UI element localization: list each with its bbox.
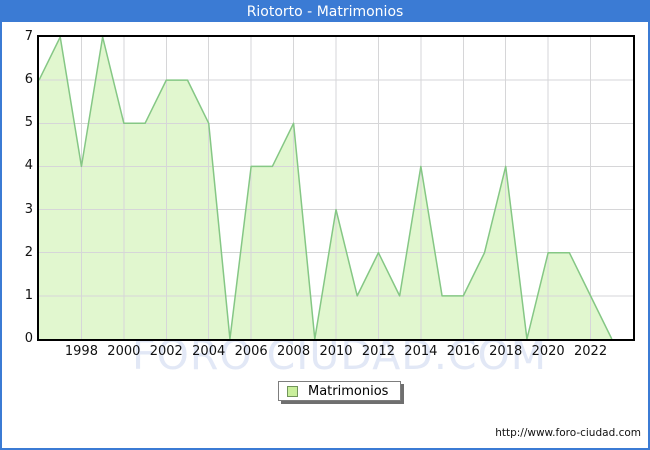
x-tick-label: 2008 <box>277 344 311 359</box>
y-tick-label: 2 <box>24 244 33 260</box>
x-tick-label: 2012 <box>361 344 395 359</box>
legend-swatch-icon <box>287 385 298 397</box>
chart-title-bar: Riotorto - Matrimonios <box>2 2 648 22</box>
y-tick-label: 0 <box>24 331 33 346</box>
x-tick-label: 2018 <box>489 344 523 359</box>
legend-label: Matrimonios <box>308 383 389 399</box>
chart-title: Riotorto - Matrimonios <box>246 4 404 20</box>
y-tick-label: 6 <box>24 72 33 88</box>
x-tick-label: 2006 <box>234 344 268 359</box>
x-tick-label: 2014 <box>404 344 438 359</box>
chart-frame: Riotorto - Matrimonios FORO CIUDAD.COM 0… <box>0 0 650 450</box>
y-tick-label: 5 <box>24 115 33 131</box>
x-tick-label: 2000 <box>107 344 141 359</box>
x-tick-label: 2004 <box>192 344 226 359</box>
x-tick-label: 2010 <box>319 344 353 359</box>
x-tick-label: 1998 <box>64 344 98 359</box>
y-tick-label: 3 <box>24 201 33 217</box>
x-tick-label: 2020 <box>531 344 565 359</box>
plot-area <box>37 35 635 341</box>
x-tick-label: 2002 <box>149 344 183 359</box>
x-tick-label: 2022 <box>574 344 608 359</box>
source-url: http://www.foro-ciudad.com <box>495 427 641 439</box>
area-fill <box>39 37 612 339</box>
area-chart <box>39 37 633 339</box>
y-tick-label: 4 <box>24 158 33 174</box>
y-tick-label: 1 <box>24 287 33 303</box>
x-tick-label: 2016 <box>446 344 480 359</box>
legend: Matrimonios <box>278 381 402 401</box>
y-tick-label: 7 <box>24 29 33 44</box>
